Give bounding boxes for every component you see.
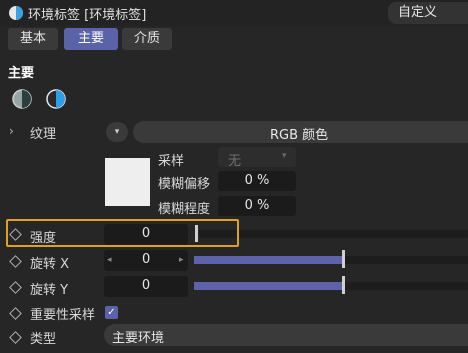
sampling-label: 采样 (158, 154, 185, 169)
blur-offset-field[interactable]: 0 % (218, 171, 296, 191)
rotation-x-label: 旋转 X (30, 257, 70, 272)
type-label: 类型 (30, 332, 57, 347)
texture-type-value: RGB 颜色 (270, 128, 329, 143)
importance-sampling-label: 重要性采样 (30, 308, 96, 323)
texture-label: 纹理 (30, 127, 57, 142)
rotation-y-slider-track[interactable] (194, 282, 468, 290)
rotation-y-field[interactable]: 0 (104, 276, 188, 297)
environment-tag-icon (8, 5, 24, 21)
rotation-x-decrement-icon[interactable]: ◂ (107, 255, 112, 265)
importance-sampling-checkbox[interactable]: ✓ (105, 306, 118, 319)
window-title: 环境标签 [环境标签] (28, 8, 147, 23)
blur-offset-label: 模糊偏移 (158, 177, 211, 192)
tab-basic[interactable]: 基本 (8, 28, 58, 50)
rotation-y-label: 旋转 Y (30, 283, 69, 298)
highlight-box (6, 219, 239, 247)
chevron-right-icon[interactable]: › (9, 124, 14, 138)
half-circle-gray-icon[interactable] (9, 86, 35, 112)
rotation-y-slider-handle[interactable] (342, 276, 345, 294)
preset-dropdown[interactable]: 自定义 (388, 2, 468, 24)
diamond-icon[interactable] (9, 307, 22, 320)
diamond-icon[interactable] (9, 281, 22, 294)
texture-menu-button[interactable]: ▾ (106, 122, 128, 142)
sampling-chevron-icon: ▾ (282, 151, 287, 161)
rotation-x-value: 0 (142, 252, 151, 267)
type-value: 主要环境 (112, 331, 165, 346)
diamond-icon[interactable] (9, 255, 22, 268)
blur-degree-label: 模糊程度 (158, 202, 211, 217)
strength-slider-track[interactable] (199, 230, 468, 238)
rotation-x-slider-handle[interactable] (342, 250, 345, 268)
sampling-value: 无 (228, 154, 242, 169)
tab-medium[interactable]: 介质 (122, 28, 172, 50)
texture-preview[interactable] (105, 158, 150, 206)
section-title: 主要 (8, 66, 35, 81)
rotation-x-slider-fill (194, 256, 342, 264)
rotation-x-slider-track[interactable] (194, 256, 468, 264)
rotation-y-slider-fill (194, 282, 342, 290)
half-circle-blue-icon[interactable] (43, 86, 69, 112)
tab-main[interactable]: 主要 (64, 28, 118, 50)
diamond-icon[interactable] (9, 331, 22, 344)
blur-degree-field[interactable]: 0 % (218, 196, 296, 216)
rotation-x-increment-icon[interactable]: ▸ (179, 255, 184, 265)
